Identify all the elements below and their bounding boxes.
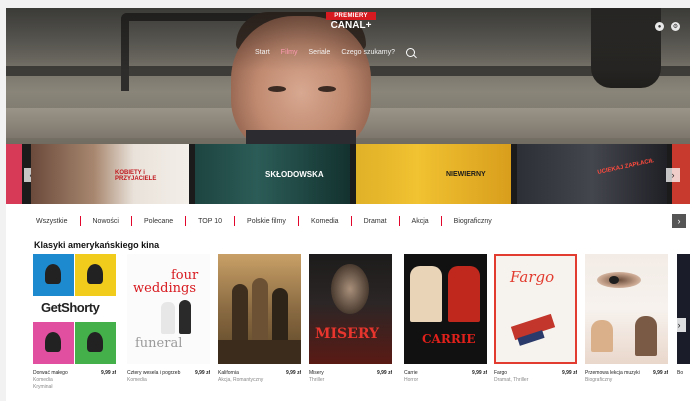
movie-poster[interactable]: four weddings funeral [127, 254, 210, 364]
movie-price: 9,99 zł [471, 370, 487, 376]
category-divider [350, 216, 352, 226]
category-tab[interactable]: Komedia [311, 218, 339, 225]
top-right-icons: ● ⚙ [655, 22, 680, 31]
row-next-button[interactable]: › [672, 318, 686, 332]
category-divider [297, 216, 299, 226]
poster-title: Get [41, 300, 62, 315]
category-tab[interactable]: Nowości [93, 218, 119, 225]
movie-price: 9,99 zł [100, 370, 116, 376]
category-tab[interactable]: Wszystkie [36, 218, 68, 225]
category-tab[interactable]: Dramat [364, 218, 387, 225]
movie-genre: Komedia [127, 377, 147, 383]
movie-title[interactable]: Kalifornia [218, 370, 276, 377]
nav-item-seriale[interactable]: Seriale [309, 49, 331, 56]
poster-title: MISERY [315, 326, 380, 342]
carousel-tile[interactable]: UCIEKAJ ZAPŁACIŁ [517, 144, 667, 204]
movie-title[interactable]: Bo [677, 370, 690, 377]
brand-logo[interactable]: PREMIERY CANAL+ [326, 12, 376, 31]
category-divider [79, 216, 81, 226]
brand-name: CANAL+ [330, 20, 372, 31]
user-icon[interactable]: ● [655, 22, 664, 31]
category-divider [440, 216, 442, 226]
movie-genre: Horror [404, 377, 419, 383]
movie-title[interactable]: Cztery wesela i pogrzeb [127, 370, 185, 377]
carousel-tile-title: UCIEKAJ ZAPŁACIŁ [597, 158, 655, 176]
category-divider [398, 216, 400, 226]
carousel-tile[interactable]: KOBIETY i PRZYJACIELE [31, 144, 189, 204]
movie-title[interactable]: Dorwać małego [33, 370, 91, 377]
movie-price: 9,99 zł [376, 370, 392, 376]
movie-meta: Kalifornia 9,99 zł Akcja, Romantyczny [218, 370, 301, 384]
movie-genre: Akcja, Romantyczny [218, 377, 264, 383]
movie-price: 9,99 zł [652, 370, 668, 376]
movie-poster[interactable]: GetShorty [33, 254, 116, 364]
poster-title: weddings [133, 281, 196, 296]
movie-genre: Biograficzny [585, 377, 613, 383]
movie-genre: Dramat, Thriller [494, 377, 529, 383]
category-tab[interactable]: Akcja [412, 218, 429, 225]
movie-meta: Carrie 9,99 zł Horror [404, 370, 487, 384]
carousel-tile[interactable]: NIEWIERNY [356, 144, 511, 204]
carousel-tile[interactable]: SKŁODOWSKA [195, 144, 350, 204]
movie-title[interactable]: Misery [309, 370, 367, 377]
movie-poster[interactable] [218, 254, 301, 364]
carousel-tile-partial[interactable] [6, 144, 22, 204]
movie-meta: Misery 9,99 zł Thriller [309, 370, 392, 384]
movie-price: 9,99 zł [285, 370, 301, 376]
movie-row: GetShorty Dorwać małego 9,99 zł Komedia … [6, 254, 690, 401]
movie-poster[interactable] [585, 254, 668, 364]
search-icon[interactable] [406, 48, 416, 57]
category-tab[interactable]: Polecane [144, 218, 173, 225]
movie-poster-partial[interactable] [677, 254, 690, 364]
category-divider [234, 216, 236, 226]
movie-meta: Fargo 9,99 zł Dramat, Thriller [494, 370, 577, 384]
movie-genre: Thriller [309, 377, 325, 383]
movie-price: 9,99 zł [194, 370, 210, 376]
nav-item-search-hint[interactable]: Czego szukamy? [341, 49, 395, 56]
movie-poster[interactable]: CARRIE [404, 254, 487, 364]
hero-banner[interactable]: PREMIERY CANAL+ Start Filmy Seriale Czeg… [6, 8, 690, 148]
movie-title[interactable]: Carrie [404, 370, 462, 377]
category-divider [185, 216, 187, 226]
category-tab[interactable]: TOP 10 [198, 218, 222, 225]
nav-item-filmy[interactable]: Filmy [281, 49, 298, 56]
featured-carousel: ‹ KOBIETY i PRZYJACIELE SKŁODOWSKA NIEWI… [6, 144, 690, 204]
movie-meta: Bo [677, 370, 690, 377]
carousel-next-button[interactable]: › [666, 168, 680, 182]
carousel-tile-title: SKŁODOWSKA [265, 170, 324, 179]
movie-poster[interactable]: Fargo [494, 254, 577, 364]
main-nav: Start Filmy Seriale Czego szukamy? [255, 48, 416, 57]
category-tab[interactable]: Polskie filmy [247, 218, 286, 225]
movie-genre: Kryminał [33, 384, 53, 390]
carousel-tile-title: KOBIETY i PRZYJACIELE [115, 170, 157, 182]
category-divider [130, 216, 132, 226]
app-frame: PREMIERY CANAL+ Start Filmy Seriale Czeg… [6, 8, 690, 401]
movie-meta: Cztery wesela i pogrzeb 9,99 zł Komedia [127, 370, 210, 384]
movie-genre: Komedia [33, 377, 53, 383]
category-next-button[interactable]: › [672, 214, 686, 228]
movie-meta: Dorwać małego 9,99 zł Komedia Kryminał [33, 370, 116, 391]
section-title: Klasyki amerykańskiego kina [34, 240, 160, 250]
category-bar: Wszystkie Nowości Polecane TOP 10 Polski… [6, 208, 690, 234]
movie-meta: Przemowa lekcja muzyki 9,99 zł Biografic… [585, 370, 668, 384]
movie-price: 9,99 zł [561, 370, 577, 376]
poster-title: Fargo [510, 268, 555, 286]
poster-title: CARRIE [422, 332, 476, 346]
carousel-tile-title: NIEWIERNY [446, 171, 486, 178]
poster-title: funeral [135, 336, 183, 351]
movie-poster[interactable]: MISERY [309, 254, 392, 364]
category-tab[interactable]: Biograficzny [454, 218, 492, 225]
movie-title[interactable]: Fargo [494, 370, 552, 377]
poster-title: Shorty [61, 300, 100, 315]
movie-title[interactable]: Przemowa lekcja muzyki [585, 370, 643, 377]
settings-icon[interactable]: ⚙ [671, 22, 680, 31]
brand-badge: PREMIERY [326, 12, 376, 20]
nav-item-start[interactable]: Start [255, 49, 270, 56]
